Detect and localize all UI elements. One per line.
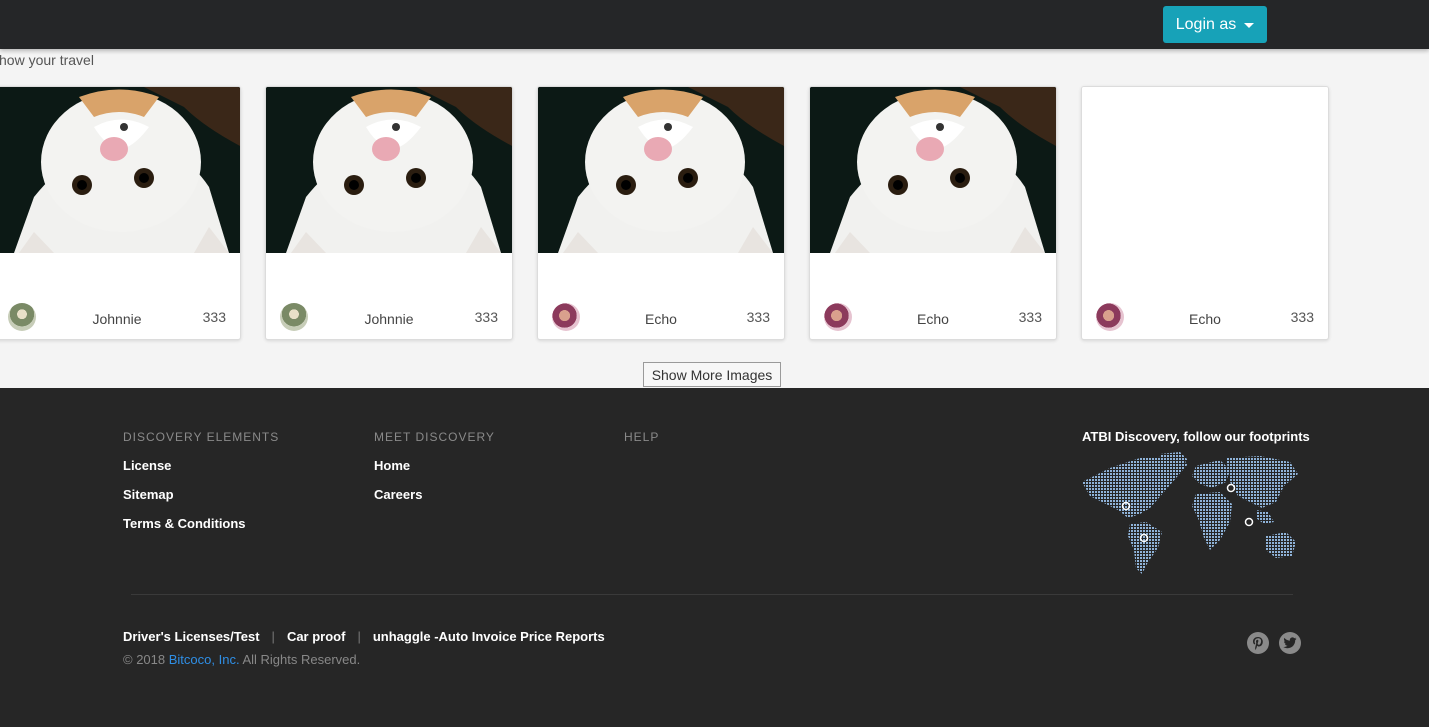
caret-down-icon: [1244, 22, 1255, 28]
pinterest-icon[interactable]: [1247, 632, 1269, 654]
card-count: 333: [202, 309, 226, 325]
footer-link-terms[interactable]: Terms & Conditions: [123, 516, 246, 531]
card-count: 333: [1018, 309, 1042, 325]
link-separator: |: [357, 629, 361, 644]
card-footer: Echo 333: [810, 297, 1056, 333]
card-count: 333: [474, 309, 498, 325]
footer-link-sitemap[interactable]: Sitemap: [123, 487, 174, 502]
login-as-dropdown-button[interactable]: Login as: [1163, 6, 1267, 43]
image-card[interactable]: Johnnie 333: [0, 86, 241, 340]
image-placeholder: [1082, 87, 1328, 253]
page-tagline: how your travel: [0, 52, 94, 68]
footer-heading-meet-discovery: MEET DISCOVERY: [374, 430, 495, 444]
copyright-prefix: © 2018: [123, 652, 166, 667]
cat-photo: [0, 87, 240, 253]
copyright: © 2018 Bitcoco, Inc. All Rights Reserved…: [123, 652, 360, 667]
cat-photo-art: [0, 87, 240, 253]
cat-photo-art: [810, 87, 1056, 253]
footer-link-drivers-licenses[interactable]: Driver's Licenses/Test: [123, 629, 260, 644]
top-navbar: Login as: [0, 0, 1429, 49]
site-footer: DISCOVERY ELEMENTS License Sitemap Terms…: [0, 388, 1429, 727]
footer-link-car-proof[interactable]: Car proof: [287, 629, 346, 644]
card-count: 333: [1290, 309, 1314, 325]
footer-heading-discovery-elements: DISCOVERY ELEMENTS: [123, 430, 280, 444]
footer-link-home[interactable]: Home: [374, 458, 410, 473]
login-as-label: Login as: [1175, 15, 1237, 33]
image-card[interactable]: Johnnie 333: [265, 86, 513, 340]
footer-bottom-links: Driver's Licenses/Test | Car proof | unh…: [123, 629, 605, 644]
cat-photo: [810, 87, 1056, 253]
footer-heading-help: HELP: [624, 430, 660, 444]
world-map-graphic: [1082, 452, 1298, 574]
image-card[interactable]: Echo 333: [809, 86, 1057, 340]
footer-link-unhaggle[interactable]: unhaggle -Auto Invoice Price Reports: [373, 629, 605, 644]
card-footer: Johnnie 333: [266, 297, 512, 333]
image-card[interactable]: Echo 333: [537, 86, 785, 340]
brand-link[interactable]: Bitcoco, Inc.: [169, 652, 240, 667]
footer-link-careers[interactable]: Careers: [374, 487, 422, 502]
cat-photo: [266, 87, 512, 253]
footer-link-license[interactable]: License: [123, 458, 171, 473]
card-footer: Echo 333: [538, 297, 784, 333]
card-count: 333: [746, 309, 770, 325]
map-title: ATBI Discovery, follow our footprints: [1082, 429, 1310, 444]
cat-photo-art: [538, 87, 784, 253]
footer-divider: [131, 594, 1293, 595]
image-card[interactable]: Echo 333: [1081, 86, 1329, 340]
twitter-icon[interactable]: [1279, 632, 1301, 654]
copyright-suffix: All Rights Reserved.: [242, 652, 361, 667]
card-footer: Echo 333: [1082, 297, 1328, 333]
link-separator: |: [271, 629, 275, 644]
show-more-images-button[interactable]: Show More Images: [643, 362, 781, 387]
card-footer: Johnnie 333: [0, 297, 240, 333]
cat-photo: [538, 87, 784, 253]
cat-photo-art: [266, 87, 512, 253]
